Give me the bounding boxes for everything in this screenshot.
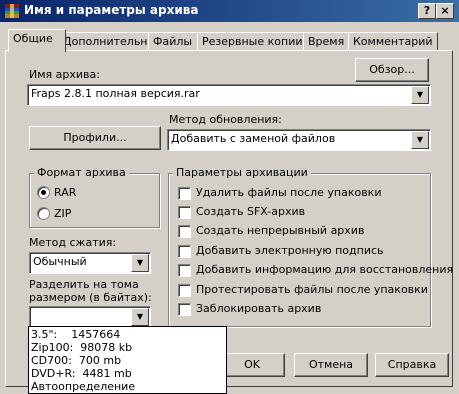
delete-after-pack-label[interactable]: Удалить файлы после упаковки	[196, 186, 381, 199]
compression-dropdown-button[interactable]: ▼	[131, 254, 149, 272]
archive-name-dropdown-button[interactable]: ▼	[411, 86, 429, 104]
help-button[interactable]: Справка	[375, 353, 449, 377]
window-title: Имя и параметры архива	[24, 3, 199, 17]
update-method-label: Метод обновления:	[169, 113, 282, 126]
test-files-label[interactable]: Протестировать файлы после упаковки	[196, 283, 428, 296]
help-title-button[interactable]: ?	[418, 3, 436, 19]
solid-archive-checkbox[interactable]	[178, 225, 191, 238]
rar-radio[interactable]	[37, 186, 50, 199]
split-option-floppy[interactable]: 3.5": 1457664	[31, 328, 120, 341]
split-volumes-dropdown-list: 3.5": 1457664 Zip100: 98078 kb CD700: 70…	[28, 326, 227, 394]
split-volumes-dropdown-button[interactable]: ▼	[131, 308, 149, 326]
delete-after-pack-checkbox[interactable]	[178, 187, 191, 200]
update-method-value: Добавить с заменой файлов	[171, 132, 336, 145]
rar-radio-label[interactable]: RAR	[54, 186, 76, 199]
split-option-autodetect[interactable]: Автоопределение	[31, 380, 135, 393]
browse-button[interactable]: Обзор...	[355, 58, 429, 82]
zip-radio-label[interactable]: ZIP	[54, 207, 71, 220]
recovery-record-label[interactable]: Добавить информацию для восстановления	[196, 263, 453, 276]
tab-backups[interactable]: Резервные копии	[197, 32, 310, 51]
recovery-record-checkbox[interactable]	[178, 264, 191, 277]
update-method-dropdown-button[interactable]: ▼	[411, 131, 429, 149]
tab-advanced[interactable]: Дополнительно	[58, 32, 157, 51]
zip-radio[interactable]	[37, 207, 50, 220]
compression-method-select[interactable]: Обычный ▼	[29, 252, 151, 274]
close-title-button[interactable]: ×	[436, 3, 454, 19]
compression-method-value: Обычный	[33, 255, 87, 268]
compression-method-label: Метод сжатия:	[29, 236, 117, 249]
cancel-button[interactable]: Отмена	[294, 353, 368, 377]
tab-files[interactable]: Файлы	[148, 32, 203, 51]
authenticity-label[interactable]: Добавить электронную подпись	[196, 244, 384, 257]
lock-archive-label[interactable]: Заблокировать архив	[196, 302, 321, 315]
profiles-button[interactable]: Профили...	[29, 126, 161, 150]
split-volumes-label-line2: размером (в байтах):	[29, 291, 152, 304]
split-volumes-label-line1: Разделить на тома	[29, 278, 139, 291]
archive-options-label: Параметры архивации	[173, 166, 311, 179]
split-option-zip100[interactable]: Zip100: 98078 kb	[31, 341, 132, 354]
authenticity-checkbox[interactable]	[178, 245, 191, 258]
archive-name-label: Имя архива:	[29, 68, 100, 81]
archive-format-group	[29, 173, 160, 228]
archive-name-combo[interactable]: Fraps 2.8.1 полная версия.rar ▼	[27, 84, 431, 106]
test-files-checkbox[interactable]	[178, 284, 191, 297]
tab-general[interactable]: Общие	[8, 29, 66, 52]
archive-name-value: Fraps 2.8.1 полная версия.rar	[31, 87, 200, 100]
update-method-select[interactable]: Добавить с заменой файлов ▼	[167, 129, 431, 151]
split-option-cd700[interactable]: CD700: 700 mb	[31, 354, 121, 367]
tab-comment[interactable]: Комментарий	[348, 32, 438, 51]
solid-archive-label[interactable]: Создать непрерывный архив	[196, 224, 364, 237]
lock-archive-checkbox[interactable]	[178, 303, 191, 316]
split-option-dvdr[interactable]: DVD+R: 4481 mb	[31, 367, 132, 380]
winrar-app-icon	[5, 4, 19, 18]
ok-button[interactable]: OK	[219, 353, 285, 377]
create-sfx-label[interactable]: Создать SFX-архив	[196, 205, 305, 218]
split-volumes-combo[interactable]: ▼	[29, 306, 151, 328]
archive-format-label: Формат архива	[34, 166, 129, 179]
create-sfx-checkbox[interactable]	[178, 206, 191, 219]
